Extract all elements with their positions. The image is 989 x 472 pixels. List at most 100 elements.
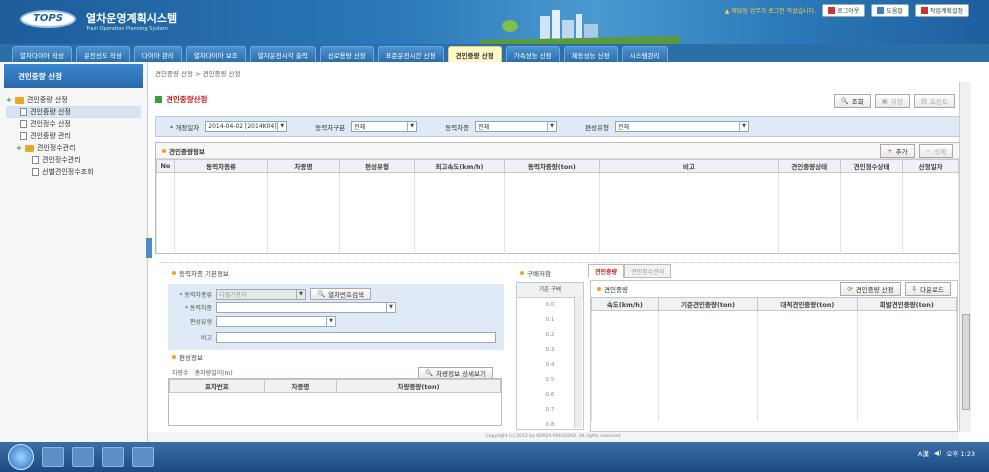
sidebar-item-label: 선별견인정수조회 xyxy=(42,168,94,176)
sidebar-item[interactable]: + 견인중량 산정 xyxy=(6,94,141,106)
formation-type-select[interactable]: 전체 ▼ xyxy=(615,121,749,132)
menu-tab[interactable]: 시스템관리 xyxy=(621,46,668,62)
delete-button[interactable]: − 삭제 xyxy=(918,143,953,158)
grid-table: No 동력차종류 차종명 편성유형 최고속도(km/h) 동력차중량(ton) 비고 견인중량… xyxy=(156,159,959,255)
tab-traction-weight[interactable]: 견인중량 xyxy=(588,264,625,278)
folder-icon xyxy=(24,144,34,152)
power-car-select[interactable]: ▼ xyxy=(216,302,396,313)
menu-tab[interactable]: 열차다이아 보조 xyxy=(185,46,246,62)
power-kind-select[interactable]: 디젤기관차 ▼ xyxy=(216,288,306,300)
revision-date-label: * 개정일자 xyxy=(170,123,200,132)
column-header[interactable]: 차량중량(ton) xyxy=(336,379,501,393)
document-icon xyxy=(20,132,27,140)
app-title: 열차운영계획시스템 xyxy=(86,12,178,25)
start-button[interactable] xyxy=(8,444,34,470)
train-search-button[interactable]: 🔍 열차번호검색 xyxy=(310,288,371,300)
print-button[interactable]: ▤ 프린트 xyxy=(913,94,955,108)
power-type-select[interactable]: 전체 ▼ xyxy=(351,121,418,132)
expand-icon: + xyxy=(16,144,22,152)
gradient-scrollbar[interactable] xyxy=(574,296,582,428)
column-header[interactable]: 산정일자 xyxy=(902,159,959,173)
menu-tab[interactable]: 견인중량 산정 xyxy=(447,46,502,62)
bullet-icon xyxy=(162,148,166,153)
menu-tab[interactable]: 표준운전시간 산정 xyxy=(377,46,444,62)
revision-date-select[interactable]: 2014-04-02 [2014K04] ▼ xyxy=(205,121,288,132)
sidebar-item[interactable]: 견인정수 산정 xyxy=(6,118,141,130)
app-subtitle: Train Operation Planning System xyxy=(86,26,168,32)
sidebar-item[interactable]: + 견인정수관리 xyxy=(6,142,141,154)
language-icon[interactable]: A漢 xyxy=(918,448,929,458)
refresh-icon: ⟳ xyxy=(847,285,853,293)
scrollbar-thumb[interactable] xyxy=(962,314,970,410)
sidebar-item-label: 견인중량 관리 xyxy=(30,132,71,140)
taskbar-app-1[interactable] xyxy=(42,447,64,467)
table-cell xyxy=(599,172,779,255)
menu-tab[interactable]: 선로용량 산정 xyxy=(319,46,374,62)
column-header[interactable]: 비고 xyxy=(599,159,779,173)
chevron-down-icon: ▼ xyxy=(739,122,748,131)
column-header[interactable]: 속도(km/h) xyxy=(591,297,659,311)
sidebar-collapse-handle[interactable] xyxy=(146,238,152,258)
sidebar-item[interactable]: 견인중량 관리 xyxy=(6,130,141,142)
minus-icon: − xyxy=(925,146,932,155)
tab-traction-count[interactable]: 견인정수관리 xyxy=(624,264,672,278)
sidebar-item-label: 견인정수관리 xyxy=(36,144,76,152)
title-bullet-icon xyxy=(155,96,162,103)
save-button[interactable]: ▣ 저장 xyxy=(874,94,910,108)
skyline-illustration xyxy=(480,10,680,44)
table-cell xyxy=(338,172,416,255)
sidebar-item[interactable]: 선별견인정수조회 xyxy=(6,166,141,178)
column-header[interactable]: 회발견인중량(ton) xyxy=(856,297,958,311)
table-cell xyxy=(902,172,959,255)
column-header[interactable]: 기준견인중량(ton) xyxy=(657,297,759,311)
logout-button[interactable]: 로그아웃 xyxy=(822,4,866,17)
sidebar-item[interactable]: 견인정수관리 xyxy=(6,154,141,166)
settings-button[interactable]: 작업계획설정 xyxy=(914,4,969,17)
basic-info-title: 동력차종 기본정보 xyxy=(172,268,229,278)
formation-info-title: 편성정보 xyxy=(172,352,203,362)
table-cell xyxy=(777,172,841,255)
power-type-label: 동력차구분 xyxy=(315,123,346,132)
column-header[interactable]: 대적견인중량(ton) xyxy=(757,297,858,311)
menu-tab[interactable]: 제동성능 산정 xyxy=(563,46,618,62)
column-header[interactable]: 차종명 xyxy=(263,379,338,393)
search-conditions: * 개정일자 2014-04-02 [2014K04] ▼ 동력차구분 전체 ▼ 동… xyxy=(155,116,960,137)
column-header[interactable]: 최고속도(km/h) xyxy=(414,159,505,173)
menu-tab[interactable]: 가속성능 산정 xyxy=(505,46,560,62)
help-button[interactable]: 도움말 xyxy=(871,4,909,17)
save-icon: ▣ xyxy=(881,97,888,105)
menu-tab[interactable]: 열차운전시각 출력 xyxy=(249,46,316,62)
plus-icon: + xyxy=(887,146,893,155)
column-header[interactable]: 차종명 xyxy=(267,159,340,173)
bullet-icon xyxy=(597,287,601,291)
column-header[interactable]: 동력차중량(ton) xyxy=(503,159,601,173)
taskbar-app-2[interactable] xyxy=(72,447,94,467)
formation-select[interactable]: ▼ xyxy=(216,316,336,327)
column-header[interactable]: 호차번호 xyxy=(169,379,265,393)
car-type-select[interactable]: 전체 ▼ xyxy=(475,121,558,132)
column-header[interactable]: 견인정수상태 xyxy=(839,159,904,173)
taskbar xyxy=(0,442,989,472)
menu-tab[interactable]: 다이아 관리 xyxy=(133,46,182,62)
calc-traction-button[interactable]: ⟳ 견인중량 산정 xyxy=(840,282,901,296)
grid-title: 견인중량정보 xyxy=(169,147,205,156)
menu-tab[interactable]: 열차다이아 작성 xyxy=(12,46,72,62)
menu-tab[interactable]: 운전선도 작성 xyxy=(75,46,130,62)
add-button[interactable]: + 추가 xyxy=(880,143,915,158)
download-button[interactable]: ⇩ 다운로드 xyxy=(904,282,951,296)
page-scrollbar[interactable] xyxy=(959,82,971,432)
settings-icon xyxy=(920,7,928,14)
taskbar-app-3[interactable] xyxy=(102,447,124,467)
column-header[interactable]: 동력차종류 xyxy=(173,159,269,173)
taskbar-app-4[interactable] xyxy=(132,447,154,467)
volume-icon[interactable]: ◀) xyxy=(934,449,942,457)
formation-type-label: 편성유형 xyxy=(585,123,609,132)
column-header[interactable]: No xyxy=(156,159,175,173)
formation-label: 편성유형 xyxy=(189,319,212,326)
column-header[interactable]: 견인중량상태 xyxy=(777,159,841,173)
bullet-icon xyxy=(172,355,176,359)
column-header[interactable]: 편성유형 xyxy=(338,159,416,173)
search-button[interactable]: 🔍 조회 xyxy=(833,94,871,108)
remark-input[interactable] xyxy=(216,332,496,343)
sidebar-item[interactable]: 견인중량 산정 xyxy=(6,106,141,118)
